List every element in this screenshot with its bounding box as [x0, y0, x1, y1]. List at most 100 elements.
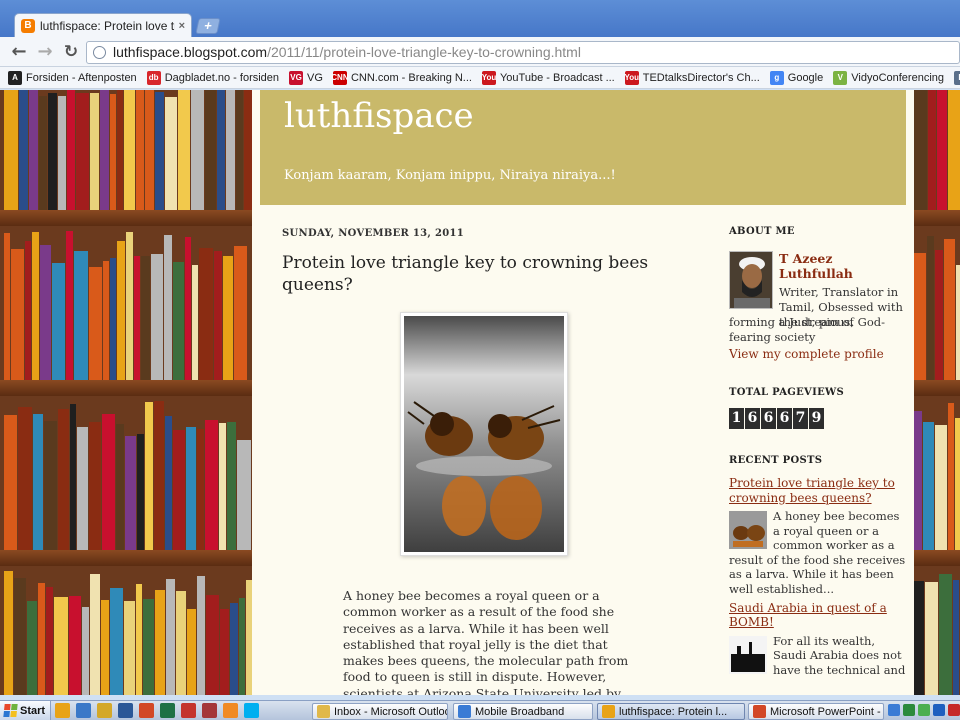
back-arrow-icon[interactable]: ←	[8, 41, 30, 63]
bees-illustration	[404, 316, 564, 552]
recent-post-thumbnail[interactable]	[729, 635, 767, 674]
book-spine	[14, 578, 26, 695]
book-spine	[90, 93, 99, 210]
book-spine	[205, 90, 216, 210]
pubmed-icon: P	[954, 70, 960, 85]
recent-post-link[interactable]: Saudi Arabia in quest of a BOMB!	[729, 601, 909, 630]
recent-post-link[interactable]: Protein love triangle key to crowning be…	[729, 476, 909, 505]
bookmark-item[interactable]: CNN CNN.com - Breaking N...	[331, 70, 472, 85]
bookmark-item[interactable]: PPubMe	[954, 70, 960, 85]
post-body: A honey bee becomes a royal queen or a c…	[343, 588, 629, 695]
book-spine	[154, 401, 164, 550]
bookmark-label: Dagbladet.no - forsiden	[164, 71, 280, 84]
access-icon[interactable]	[202, 703, 218, 718]
profile-name[interactable]: T Azeez Luthfullah	[779, 251, 909, 281]
bookmark-item[interactable]: You YouTube - Broadcast ...	[482, 70, 615, 85]
book-spine	[953, 580, 959, 695]
blog-title[interactable]: luthfispace	[284, 96, 474, 136]
book-spine	[192, 265, 198, 380]
youtube-icon: You	[625, 70, 639, 85]
chrome-icon	[602, 705, 615, 718]
powerpoint-icon[interactable]	[139, 703, 155, 718]
pageviews-heading: TOTAL PAGEVIEWS	[729, 387, 845, 398]
bookmark-item[interactable]: g Google	[769, 70, 823, 85]
post-image[interactable]	[400, 312, 568, 556]
bluetooth-icon[interactable]	[933, 704, 945, 716]
excel-icon[interactable]	[160, 703, 176, 718]
bookmark-item[interactable]: A Forsiden - Aftenposten	[8, 70, 137, 85]
antivirus-icon[interactable]	[948, 704, 960, 716]
blog-description: Konjam kaaram, Konjam inippu, Niraiya ni…	[284, 168, 616, 183]
recent-post-thumbnail[interactable]	[729, 511, 767, 549]
bookmark-label: CNN.com - Breaking N...	[350, 71, 472, 84]
book-spine	[186, 427, 196, 550]
book-spine	[187, 609, 196, 695]
book-spine	[164, 235, 172, 380]
book-spine	[944, 239, 955, 380]
bookmark-item[interactable]: db Dagbladet.no - forsiden	[146, 70, 280, 85]
page-viewport: luthfispace Konjam kaaram, Konjam inippu…	[0, 90, 960, 695]
explorer-icon[interactable]	[97, 703, 113, 718]
book-spine	[40, 245, 51, 380]
book-spine	[82, 607, 89, 695]
book-spine	[185, 237, 191, 380]
powerpoint-icon	[753, 705, 766, 718]
browser-tab[interactable]: B luthfispace: Protein love triang ×	[14, 13, 192, 37]
address-bar[interactable]: luthfispace.blogspot.com/2011/11/protein…	[86, 41, 960, 64]
shield-icon[interactable]	[903, 704, 915, 716]
reload-icon[interactable]: ↻	[60, 41, 82, 63]
book-spine	[4, 571, 13, 695]
book-spine	[927, 236, 934, 380]
battery-icon[interactable]	[918, 704, 930, 716]
shelf-row	[0, 210, 258, 380]
book-spine	[935, 425, 947, 550]
start-button[interactable]: Start	[0, 700, 52, 720]
windows-logo-icon	[3, 704, 18, 717]
new-tab-button[interactable]: +	[195, 18, 221, 34]
taskbar-button[interactable]: luthfispace: Protein l...	[597, 703, 745, 720]
taskbar-button[interactable]: Microsoft PowerPoint - ...	[748, 703, 884, 720]
view-profile-link[interactable]: View my complete profile	[729, 347, 884, 361]
close-icon[interactable]: ×	[179, 20, 185, 32]
skype-icon[interactable]	[244, 703, 260, 718]
book-spine	[143, 599, 154, 695]
post-title[interactable]: Protein love triangle key to crowning be…	[282, 252, 662, 296]
book-spine	[165, 416, 172, 550]
bookmark-item[interactable]: VG VG	[289, 70, 323, 85]
vlc-icon[interactable]	[223, 703, 239, 718]
forward-arrow-icon[interactable]: →	[34, 41, 56, 63]
book-spine	[89, 422, 101, 550]
shelf-row	[910, 90, 960, 210]
profile-widget: T Azeez Luthfullah Writer, Translator in…	[729, 251, 909, 365]
avatar[interactable]	[729, 251, 773, 309]
book-spine	[124, 90, 135, 210]
taskbar-button[interactable]: Mobile Broadband	[453, 703, 593, 720]
network-icon[interactable]	[888, 704, 900, 716]
ie-icon[interactable]	[76, 703, 92, 718]
word-icon[interactable]	[118, 703, 134, 718]
book-spine	[237, 440, 251, 550]
book-spine	[101, 600, 109, 695]
book-spine	[236, 90, 243, 210]
taskbar-button[interactable]: Inbox - Microsoft Outlook	[312, 703, 448, 720]
google-icon: g	[769, 70, 784, 85]
bookmark-label: VidyoConferencing	[851, 71, 944, 84]
bookmark-label: VG	[307, 71, 323, 84]
book-spine	[124, 601, 135, 695]
book-spine	[165, 97, 177, 210]
gmail-icon[interactable]	[181, 703, 197, 718]
aftenposten-icon: A	[8, 70, 22, 85]
bookmark-item[interactable]: You TEDtalksDirector's Ch...	[625, 70, 760, 85]
book-spine	[173, 262, 184, 380]
avatar-illustration	[730, 252, 772, 308]
recent-post-snippet: For all its wealth, Saudi Arabia does no…	[729, 634, 909, 678]
chrome-icon[interactable]	[55, 703, 71, 718]
book-spine	[136, 90, 144, 210]
book-spine	[219, 423, 226, 550]
book-spine	[155, 92, 164, 210]
shelf-row	[0, 90, 258, 210]
browser-titlebar: B luthfispace: Protein love triang × +	[0, 0, 960, 37]
book-spine	[935, 250, 943, 380]
outlook-icon	[317, 705, 330, 718]
bookmark-item[interactable]: V VidyoConferencing	[833, 70, 944, 85]
